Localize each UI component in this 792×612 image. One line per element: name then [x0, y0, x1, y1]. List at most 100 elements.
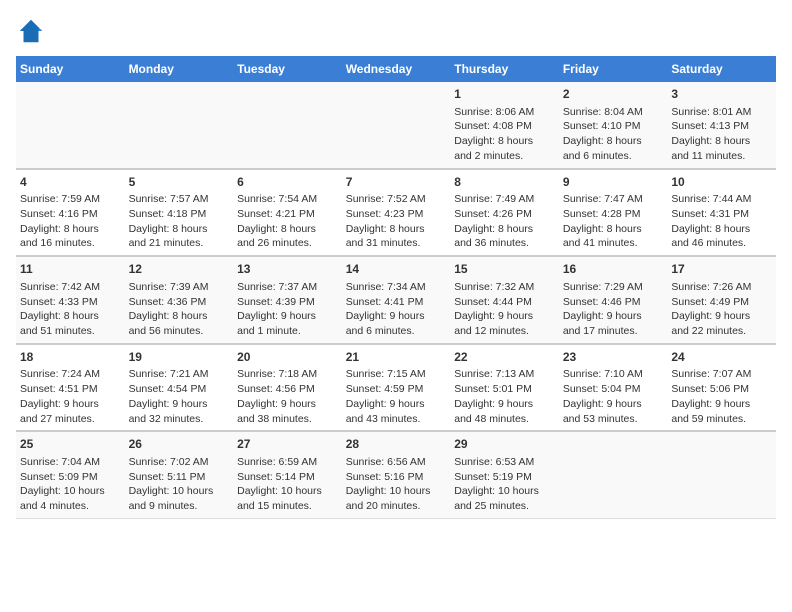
cell-content: Sunrise: 7:26 AM Sunset: 4:49 PM Dayligh…	[671, 281, 751, 337]
cell-content: Sunrise: 7:39 AM Sunset: 4:36 PM Dayligh…	[129, 281, 209, 337]
day-number: 17	[671, 261, 772, 278]
calendar-cell: 23 Sunrise: 7:10 AM Sunset: 5:04 PM Dayli…	[559, 344, 668, 432]
cell-content: Sunrise: 7:18 AM Sunset: 4:56 PM Dayligh…	[237, 368, 317, 424]
calendar-cell: 19 Sunrise: 7:21 AM Sunset: 4:54 PM Dayli…	[125, 344, 234, 432]
calendar-cell: 11Sunrise: 7:42 AM Sunset: 4:33 PM Dayli…	[16, 256, 125, 344]
calendar-header: SundayMondayTuesdayWednesdayThursdayFrid…	[16, 56, 776, 82]
weekday-header-saturday: Saturday	[667, 56, 776, 82]
calendar-cell: 22 Sunrise: 7:13 AM Sunset: 5:01 PM Dayli…	[450, 344, 559, 432]
calendar-cell: 26 Sunrise: 7:02 AM Sunset: 5:11 PM Dayli…	[125, 431, 234, 518]
day-number: 22	[454, 349, 555, 366]
day-number: 5	[129, 174, 230, 191]
calendar-cell: 14 Sunrise: 7:34 AM Sunset: 4:41 PM Dayli…	[342, 256, 451, 344]
day-number: 23	[563, 349, 664, 366]
cell-content: Sunrise: 7:49 AM Sunset: 4:26 PM Dayligh…	[454, 193, 534, 249]
calendar-cell: 18 Sunrise: 7:24 AM Sunset: 4:51 PM Dayli…	[16, 344, 125, 432]
calendar-cell: 7 Sunrise: 7:52 AM Sunset: 4:23 PM Daylig…	[342, 169, 451, 257]
day-number: 11	[20, 261, 121, 278]
day-number: 21	[346, 349, 447, 366]
day-number: 6	[237, 174, 338, 191]
day-number: 26	[129, 436, 230, 453]
day-number: 16	[563, 261, 664, 278]
calendar-cell: 4 Sunrise: 7:59 AM Sunset: 4:16 PM Daylig…	[16, 169, 125, 257]
logo	[16, 16, 50, 46]
cell-content: Sunrise: 7:57 AM Sunset: 4:18 PM Dayligh…	[129, 193, 209, 249]
calendar-week-row: 18 Sunrise: 7:24 AM Sunset: 4:51 PM Dayli…	[16, 344, 776, 432]
day-number: 18	[20, 349, 121, 366]
calendar-cell: 29 Sunrise: 6:53 AM Sunset: 5:19 PM Dayli…	[450, 431, 559, 518]
cell-content: Sunrise: 7:07 AM Sunset: 5:06 PM Dayligh…	[671, 368, 751, 424]
cell-content: Sunrise: 7:13 AM Sunset: 5:01 PM Dayligh…	[454, 368, 534, 424]
calendar-cell	[342, 82, 451, 169]
calendar-cell: 27 Sunrise: 6:59 AM Sunset: 5:14 PM Dayli…	[233, 431, 342, 518]
calendar-cell: 15 Sunrise: 7:32 AM Sunset: 4:44 PM Dayli…	[450, 256, 559, 344]
cell-content: Sunrise: 8:01 AM Sunset: 4:13 PM Dayligh…	[671, 106, 751, 162]
calendar-cell: 21 Sunrise: 7:15 AM Sunset: 4:59 PM Dayli…	[342, 344, 451, 432]
calendar-table: SundayMondayTuesdayWednesdayThursdayFrid…	[16, 56, 776, 519]
weekday-header-wednesday: Wednesday	[342, 56, 451, 82]
day-number: 7	[346, 174, 447, 191]
day-number: 27	[237, 436, 338, 453]
calendar-cell: 5 Sunrise: 7:57 AM Sunset: 4:18 PM Daylig…	[125, 169, 234, 257]
cell-content: Sunrise: 7:59 AM Sunset: 4:16 PM Dayligh…	[20, 193, 100, 249]
calendar-cell: 1Sunrise: 8:06 AM Sunset: 4:08 PM Daylig…	[450, 82, 559, 169]
weekday-header-monday: Monday	[125, 56, 234, 82]
cell-content: Sunrise: 7:47 AM Sunset: 4:28 PM Dayligh…	[563, 193, 643, 249]
calendar-cell: 10 Sunrise: 7:44 AM Sunset: 4:31 PM Dayli…	[667, 169, 776, 257]
calendar-week-row: 4 Sunrise: 7:59 AM Sunset: 4:16 PM Daylig…	[16, 169, 776, 257]
cell-content: Sunrise: 6:56 AM Sunset: 5:16 PM Dayligh…	[346, 456, 431, 512]
day-number: 14	[346, 261, 447, 278]
calendar-week-row: 25 Sunrise: 7:04 AM Sunset: 5:09 PM Dayli…	[16, 431, 776, 518]
cell-content: Sunrise: 7:54 AM Sunset: 4:21 PM Dayligh…	[237, 193, 317, 249]
weekday-header-thursday: Thursday	[450, 56, 559, 82]
weekday-header-friday: Friday	[559, 56, 668, 82]
day-number: 15	[454, 261, 555, 278]
calendar-cell: 28 Sunrise: 6:56 AM Sunset: 5:16 PM Dayli…	[342, 431, 451, 518]
cell-content: Sunrise: 7:34 AM Sunset: 4:41 PM Dayligh…	[346, 281, 426, 337]
calendar-cell: 6 Sunrise: 7:54 AM Sunset: 4:21 PM Daylig…	[233, 169, 342, 257]
calendar-cell: 20 Sunrise: 7:18 AM Sunset: 4:56 PM Dayli…	[233, 344, 342, 432]
calendar-body: 1Sunrise: 8:06 AM Sunset: 4:08 PM Daylig…	[16, 82, 776, 518]
calendar-cell: 2Sunrise: 8:04 AM Sunset: 4:10 PM Daylig…	[559, 82, 668, 169]
cell-content: Sunrise: 7:02 AM Sunset: 5:11 PM Dayligh…	[129, 456, 214, 512]
day-number: 28	[346, 436, 447, 453]
cell-content: Sunrise: 7:24 AM Sunset: 4:51 PM Dayligh…	[20, 368, 100, 424]
cell-content: Sunrise: 7:04 AM Sunset: 5:09 PM Dayligh…	[20, 456, 105, 512]
cell-content: Sunrise: 7:21 AM Sunset: 4:54 PM Dayligh…	[129, 368, 209, 424]
day-number: 8	[454, 174, 555, 191]
day-number: 20	[237, 349, 338, 366]
cell-content: Sunrise: 7:32 AM Sunset: 4:44 PM Dayligh…	[454, 281, 534, 337]
cell-content: Sunrise: 7:15 AM Sunset: 4:59 PM Dayligh…	[346, 368, 426, 424]
cell-content: Sunrise: 6:59 AM Sunset: 5:14 PM Dayligh…	[237, 456, 322, 512]
calendar-cell: 3 Sunrise: 8:01 AM Sunset: 4:13 PM Daylig…	[667, 82, 776, 169]
calendar-cell: 17 Sunrise: 7:26 AM Sunset: 4:49 PM Dayli…	[667, 256, 776, 344]
day-number: 1	[454, 86, 555, 103]
calendar-cell	[16, 82, 125, 169]
day-number: 13	[237, 261, 338, 278]
calendar-cell	[125, 82, 234, 169]
day-number: 3	[671, 86, 772, 103]
day-number: 4	[20, 174, 121, 191]
cell-content: Sunrise: 7:10 AM Sunset: 5:04 PM Dayligh…	[563, 368, 643, 424]
cell-content: Sunrise: 7:44 AM Sunset: 4:31 PM Dayligh…	[671, 193, 751, 249]
cell-content: Sunrise: 7:52 AM Sunset: 4:23 PM Dayligh…	[346, 193, 426, 249]
calendar-cell: 8 Sunrise: 7:49 AM Sunset: 4:26 PM Daylig…	[450, 169, 559, 257]
day-number: 25	[20, 436, 121, 453]
day-number: 2	[563, 86, 664, 103]
day-number: 19	[129, 349, 230, 366]
logo-icon	[16, 16, 46, 46]
cell-content: Sunrise: 6:53 AM Sunset: 5:19 PM Dayligh…	[454, 456, 539, 512]
calendar-cell	[559, 431, 668, 518]
cell-content: Sunrise: 7:37 AM Sunset: 4:39 PM Dayligh…	[237, 281, 317, 337]
day-number: 10	[671, 174, 772, 191]
calendar-cell: 9Sunrise: 7:47 AM Sunset: 4:28 PM Daylig…	[559, 169, 668, 257]
calendar-cell	[233, 82, 342, 169]
weekday-header-tuesday: Tuesday	[233, 56, 342, 82]
calendar-cell: 16 Sunrise: 7:29 AM Sunset: 4:46 PM Dayli…	[559, 256, 668, 344]
calendar-cell: 13 Sunrise: 7:37 AM Sunset: 4:39 PM Dayli…	[233, 256, 342, 344]
calendar-cell: 25 Sunrise: 7:04 AM Sunset: 5:09 PM Dayli…	[16, 431, 125, 518]
day-number: 29	[454, 436, 555, 453]
cell-content: Sunrise: 7:29 AM Sunset: 4:46 PM Dayligh…	[563, 281, 643, 337]
calendar-cell: 12Sunrise: 7:39 AM Sunset: 4:36 PM Dayli…	[125, 256, 234, 344]
weekday-header-sunday: Sunday	[16, 56, 125, 82]
